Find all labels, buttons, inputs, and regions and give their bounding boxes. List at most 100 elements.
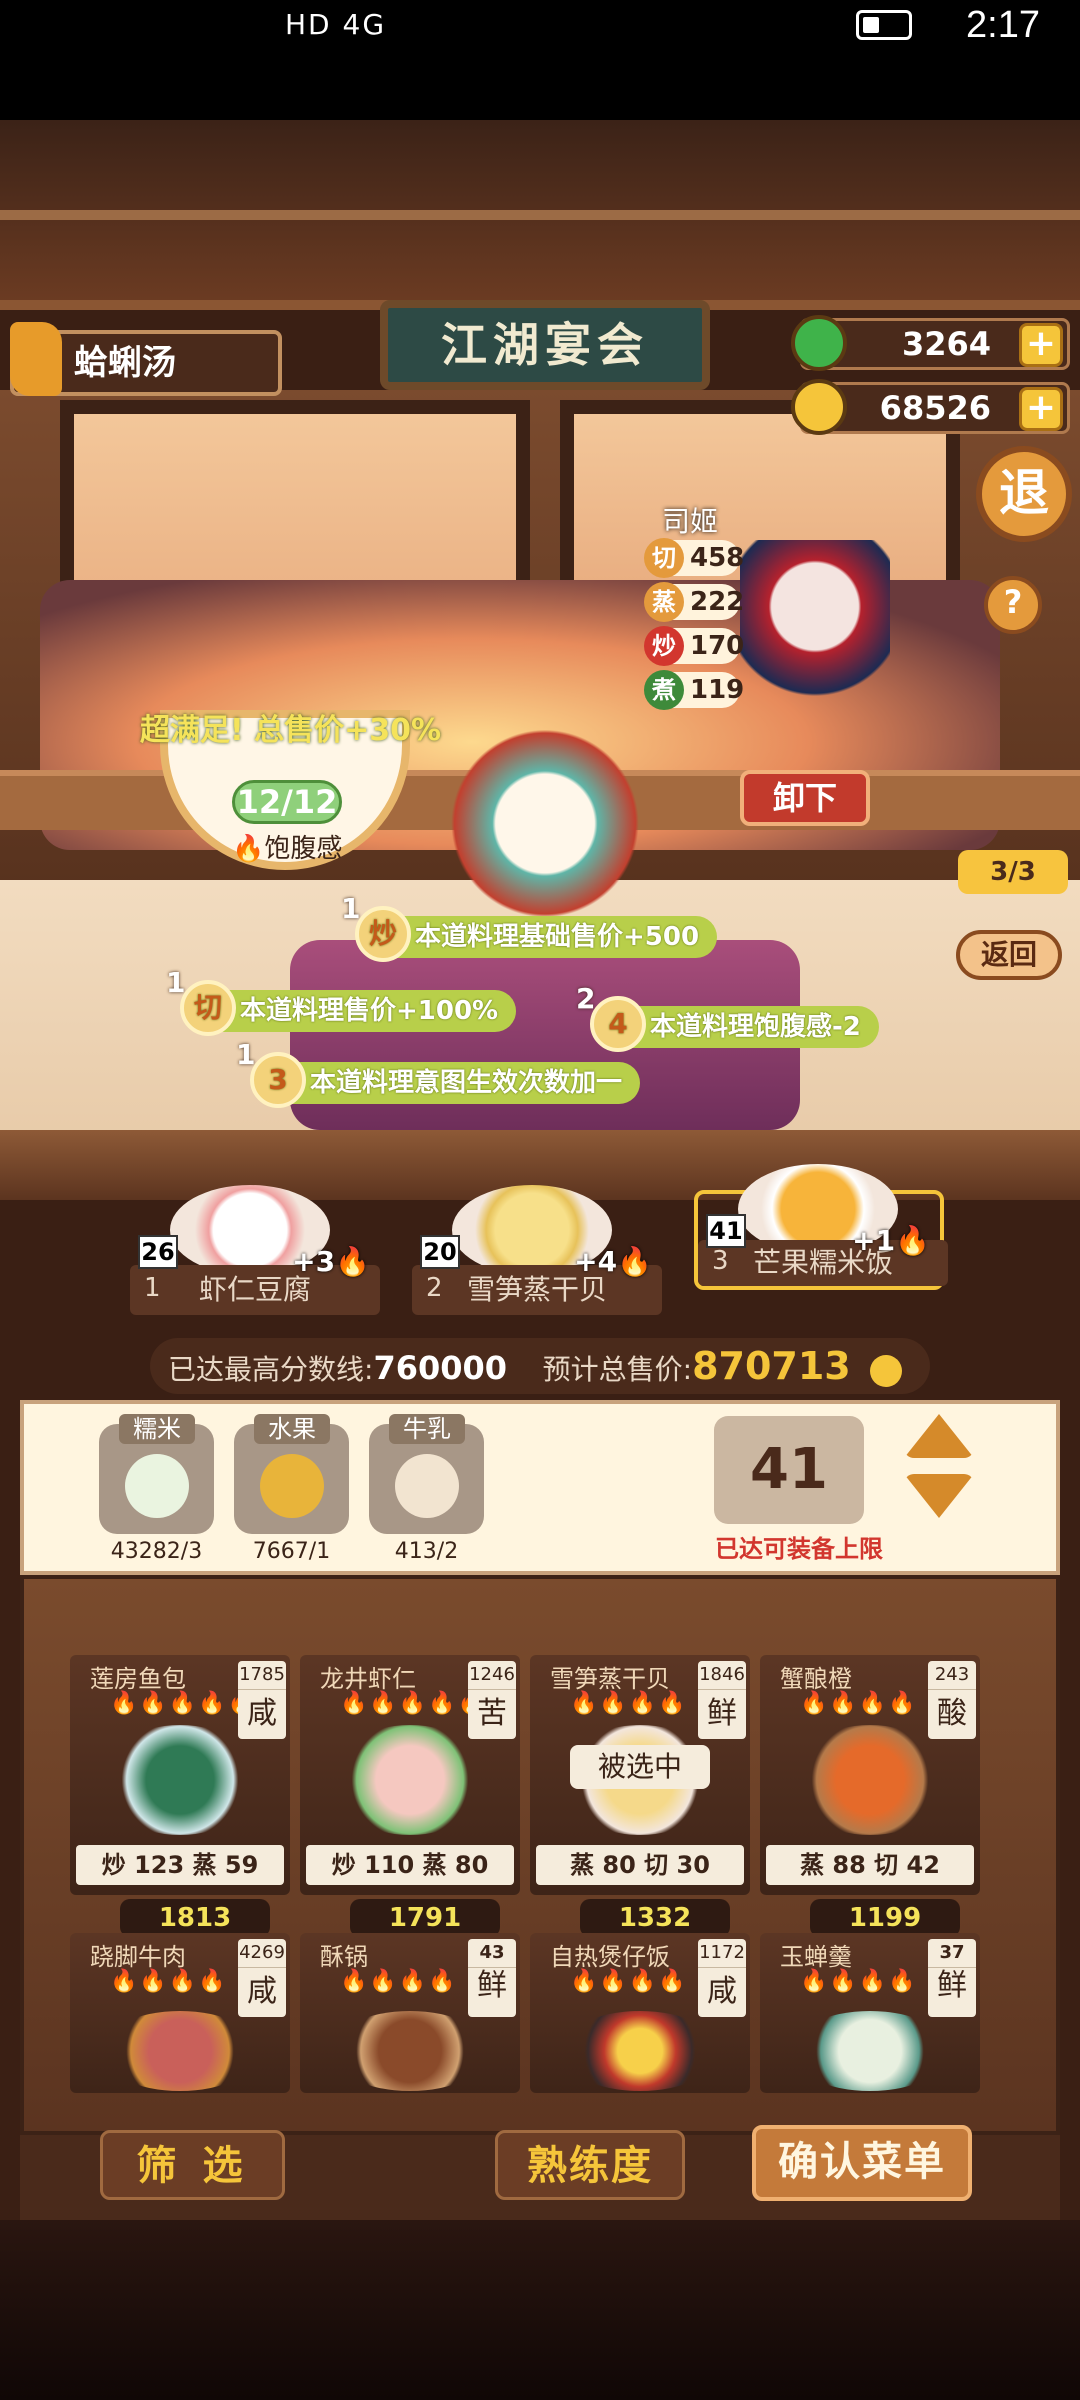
selected-dish-2[interactable]: 雪笋蒸干贝 20 +4🔥 2	[412, 1185, 662, 1325]
buff-text: 本道料理基础售价+500	[415, 922, 700, 952]
recipe-card[interactable]: 玉蝉羹 🔥🔥🔥🔥 37 鲜	[760, 1933, 980, 2093]
recipe-taste: 酸	[937, 1696, 967, 1731]
recipe-food-image	[560, 2011, 720, 2091]
recipe-name: 莲房鱼包	[90, 1665, 186, 1693]
recipe-taste: 鲜	[707, 1696, 737, 1731]
jade-value: 3264	[901, 325, 991, 363]
flame-rating-icon: 🔥🔥🔥🔥	[340, 1969, 458, 1994]
total-price-label: 预计总售价:	[542, 1353, 693, 1386]
recipe-card[interactable]: 酥锅 🔥🔥🔥🔥 43 鲜	[300, 1933, 520, 2093]
recipe-taste: 苦	[477, 1696, 507, 1731]
jade-icon	[791, 315, 847, 371]
recipe-card[interactable]: 龙井虾仁 🔥🔥🔥🔥🔥 1246 苦 炒 110 蒸 80 1791	[300, 1655, 520, 1937]
satiety-count: 12/12	[232, 780, 342, 824]
ingredient-label: 水果	[254, 1414, 330, 1444]
recipe-food-image	[330, 1725, 490, 1835]
selected-dish-1[interactable]: 虾仁豆腐 26 +3🔥 1	[130, 1185, 380, 1325]
recipe-name: 酥锅	[320, 1943, 368, 1971]
recipe-card[interactable]: 跷脚牛肉 🔥🔥🔥🔥 4269 咸	[70, 1933, 290, 2093]
fry-icon: 炒	[644, 626, 684, 666]
rice-icon	[125, 1454, 189, 1518]
confirm-menu-button[interactable]: 确认菜单	[752, 2125, 972, 2201]
recipe-card[interactable]: 自热煲仔饭 🔥🔥🔥🔥 1172 咸	[530, 1933, 750, 2093]
recipe-stats: 蒸 88 切 42	[766, 1845, 974, 1885]
high-score-value: 760000	[373, 1349, 508, 1387]
clock: 2:17	[966, 4, 1040, 46]
recipe-price: 1791	[350, 1899, 500, 1937]
recipe-food-image	[330, 2011, 490, 2091]
help-button[interactable]: ?	[984, 576, 1042, 634]
recipe-card[interactable]: 雪笋蒸干贝 🔥🔥🔥🔥 1846 鲜 被选中 蒸 80 切 30 1332	[530, 1655, 750, 1937]
chef-stat-cut: 切 458	[644, 538, 744, 578]
chef-stat-fry: 炒 170	[644, 626, 744, 666]
recipe-food-image	[100, 2011, 260, 2091]
add-coin-button[interactable]: +	[1019, 387, 1063, 431]
ingredient-count: 413/2	[394, 1539, 459, 1564]
ingredients-panel: 糯米 43282/3 水果 7667/1 牛乳 413/2 41 已达可装备上限	[20, 1400, 1060, 1575]
exit-button[interactable]: 退	[976, 446, 1072, 542]
dish-bonus: +3🔥	[292, 1245, 370, 1278]
dish-bonus: +1🔥	[852, 1224, 930, 1257]
recipe-name: 自热煲仔饭	[550, 1943, 670, 1971]
jade-counter: 3264 +	[791, 315, 1070, 371]
recipe-badge: 1846 鲜	[698, 1661, 746, 1739]
filter-button[interactable]: 筛 选	[100, 2130, 285, 2200]
ingredient-count: 7667/1	[252, 1539, 331, 1564]
dish-badge-icon	[10, 322, 62, 396]
proficiency-button[interactable]: 熟练度	[495, 2130, 685, 2200]
recipe-stats: 炒 123 蒸 59	[76, 1845, 284, 1885]
recipe-card[interactable]: 莲房鱼包 🔥🔥🔥🔥🔥 1785 咸 炒 123 蒸 59 1813	[70, 1655, 290, 1937]
recipe-name: 龙井虾仁	[320, 1665, 416, 1693]
recipe-food-image	[790, 1725, 950, 1835]
recipe-card[interactable]: 蟹酿橙 🔥🔥🔥🔥 243 酸 蒸 88 切 42 1199	[760, 1655, 980, 1937]
high-score-label: 已达最高分数线:	[168, 1353, 374, 1386]
coin-counter: 68526 +	[791, 379, 1070, 435]
dish-level: 41	[706, 1214, 746, 1248]
recipe-badge: 1172 咸	[698, 1939, 746, 2017]
recipe-number: 1172	[698, 1939, 746, 1968]
buff-tag: 2 4 本道料理饱腹感-2	[576, 982, 879, 1052]
ingredient-item[interactable]: 糯米	[99, 1414, 214, 1534]
back-button[interactable]: 返回	[956, 930, 1062, 980]
boil-icon: 煮	[644, 670, 684, 710]
recipe-badge: 243 酸	[928, 1661, 976, 1739]
stat-value: 222	[690, 587, 745, 617]
recipe-price: 1813	[120, 1899, 270, 1937]
recipe-badge: 37 鲜	[928, 1939, 976, 2017]
flame-rating-icon: 🔥🔥🔥🔥🔥	[110, 1691, 257, 1716]
buff-tag: 1 3 本道料理意图生效次数加一	[236, 1038, 641, 1108]
restaurant-sign: 江湖宴会	[380, 300, 710, 390]
buff-tag: 1 炒本道料理基础售价+500	[341, 892, 718, 962]
recipe-number: 1246	[468, 1661, 516, 1690]
recipe-badge: 1785 咸	[238, 1661, 286, 1739]
coin-icon	[869, 1355, 902, 1387]
recipe-price: 1199	[810, 1899, 960, 1937]
recipe-taste: 鲜	[477, 1968, 507, 2003]
recipe-number: 243	[928, 1661, 976, 1690]
buff-text: 本道料理饱腹感-2	[650, 1012, 861, 1042]
flame-icon: 4	[590, 996, 646, 1052]
recipe-food-image	[790, 2011, 950, 2091]
network-status: HD 4G	[285, 8, 387, 41]
unload-button[interactable]: 卸下	[740, 770, 870, 826]
chef-stat-boil: 煮 119	[644, 670, 744, 710]
ingredient-label: 牛乳	[389, 1414, 465, 1444]
recipe-taste: 咸	[247, 1974, 277, 2009]
dish-bonus: +4🔥	[574, 1245, 652, 1278]
recipe-stats: 蒸 80 切 30	[536, 1845, 744, 1885]
recipe-number: 4269	[238, 1939, 286, 1968]
ingredient-item[interactable]: 牛乳	[369, 1414, 484, 1534]
ingredient-item[interactable]: 水果	[234, 1414, 349, 1534]
recipe-number: 43	[468, 1939, 516, 1968]
satiety-label-text: 饱腹感	[264, 834, 343, 864]
selected-dish-3[interactable]: 芒果糯米饭 41 +1🔥 3	[694, 1164, 948, 1290]
chef-name: 司姬	[662, 505, 719, 538]
stat-value: 458	[690, 543, 745, 573]
dish-level: 20	[420, 1235, 460, 1269]
chef-character[interactable]	[740, 540, 890, 730]
recipe-taste: 鲜	[937, 1968, 967, 2003]
decrease-arrow-icon[interactable]	[904, 1474, 974, 1518]
recipe-taste: 咸	[707, 1974, 737, 2009]
increase-arrow-icon[interactable]	[904, 1414, 974, 1458]
add-jade-button[interactable]: +	[1019, 323, 1063, 367]
